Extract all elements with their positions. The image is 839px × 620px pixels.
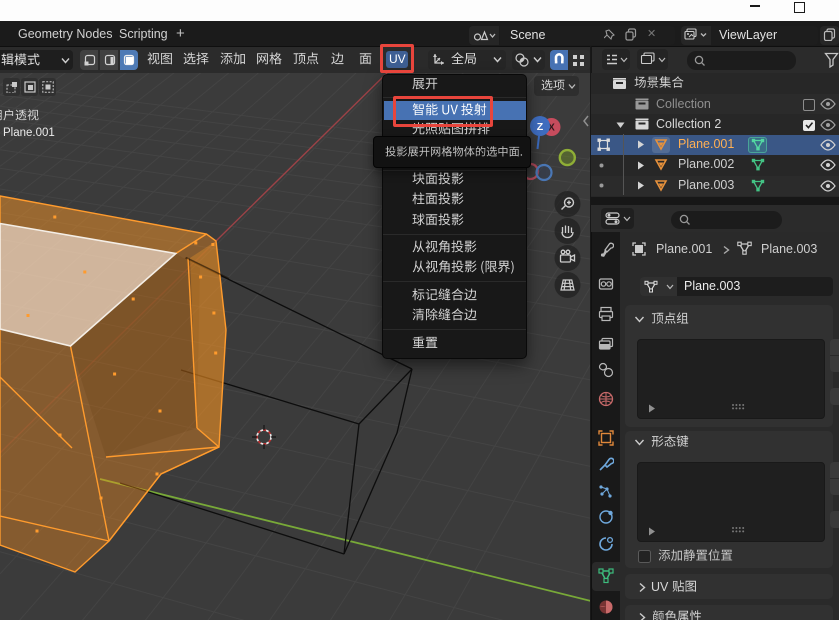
svg-text:Z: Z xyxy=(537,121,544,133)
